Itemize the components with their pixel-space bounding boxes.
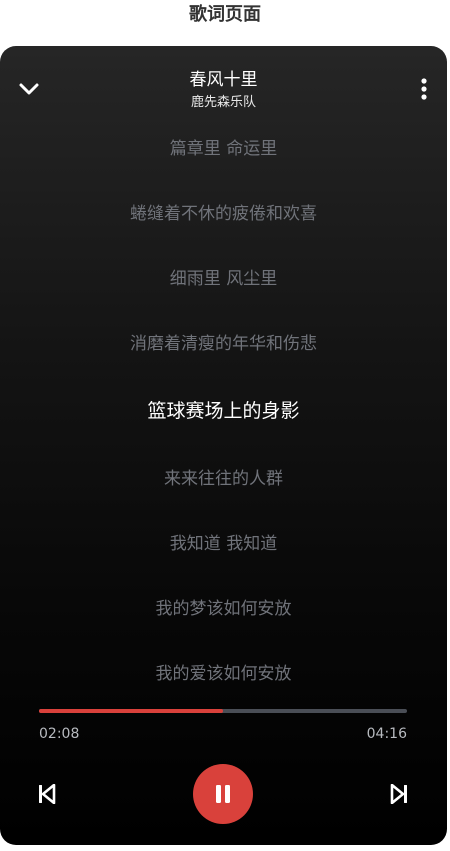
lyric-line-active[interactable]: 篮球赛场上的身影: [0, 396, 447, 423]
page-title: 歌词页面: [189, 4, 261, 25]
more-vertical-icon: [421, 78, 427, 100]
progress-bar[interactable]: [39, 709, 407, 713]
lyric-line[interactable]: 消磨着清瘦的年华和伤悲: [0, 329, 447, 354]
lyric-line[interactable]: 我的爱该如何安放: [0, 659, 447, 684]
skip-previous-icon: [39, 784, 56, 804]
pause-button[interactable]: [193, 764, 253, 824]
lyric-line[interactable]: 篇章里 命运里: [0, 134, 447, 159]
lyric-line[interactable]: 来来往往的人群: [0, 464, 447, 489]
lyric-line[interactable]: 我的梦该如何安放: [0, 594, 447, 619]
next-button[interactable]: [386, 780, 412, 808]
player-card: 春风十里 鹿先森乐队 篇章里 命运里 蜷缝着不休的疲倦和欢喜 细雨里 风尘里 消…: [0, 46, 447, 845]
more-options-button[interactable]: [410, 74, 438, 104]
pause-icon: [216, 785, 230, 803]
song-title: 春风十里: [189, 70, 258, 90]
skip-next-icon: [390, 784, 407, 804]
previous-button[interactable]: [34, 780, 60, 808]
progress-fill: [39, 709, 223, 713]
total-time: 04:16: [366, 726, 407, 742]
lyric-line[interactable]: 蜷缝着不休的疲倦和欢喜: [0, 199, 447, 224]
song-artist: 鹿先森乐队: [190, 95, 256, 110]
lyric-line[interactable]: 我知道 我知道: [0, 529, 447, 554]
current-time: 02:08: [39, 726, 80, 742]
lyric-line[interactable]: 细雨里 风尘里: [0, 264, 447, 289]
